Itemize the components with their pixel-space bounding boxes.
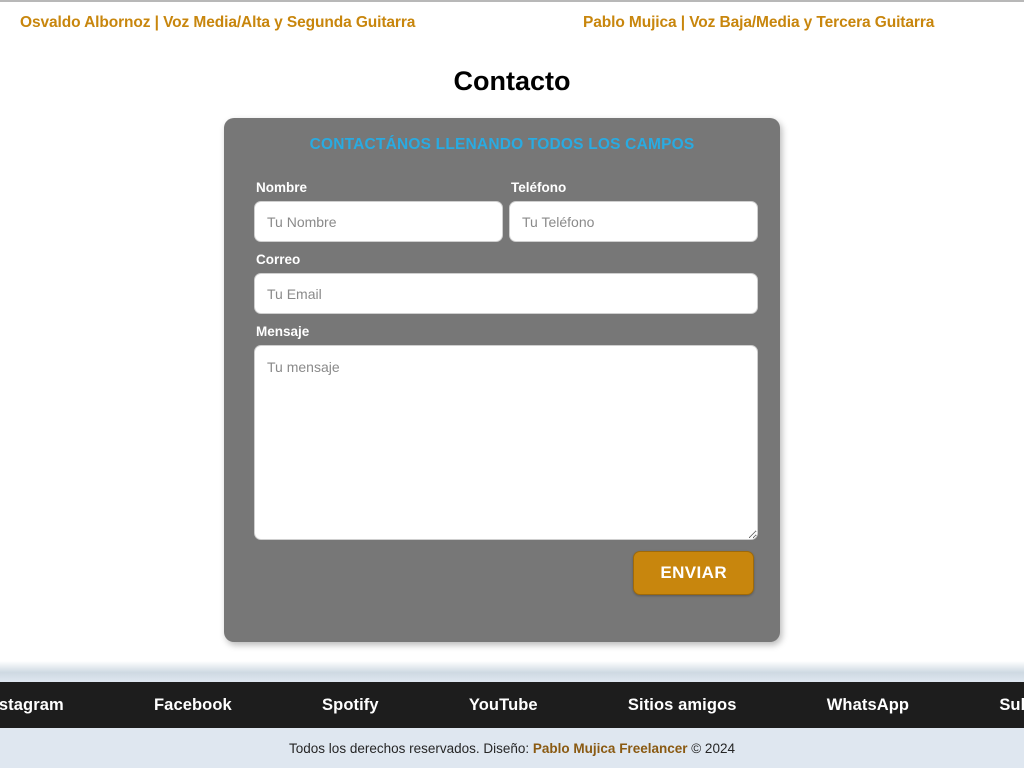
copyright-suffix: © 2024	[687, 740, 735, 756]
label-telefono: Teléfono	[511, 180, 567, 195]
field-group-correo: Correo	[254, 252, 758, 314]
input-correo[interactable]	[254, 273, 758, 314]
page-root: Osvaldo Albornoz | Voz Media/Alta y Segu…	[0, 0, 1024, 768]
label-correo: Correo	[256, 252, 301, 267]
input-mensaje[interactable]	[254, 345, 758, 540]
nav-link-whatsapp[interactable]: WhatsApp	[827, 696, 909, 715]
field-group-mensaje: Mensaje	[254, 324, 758, 540]
member-credits: Osvaldo Albornoz | Voz Media/Alta y Segu…	[0, 14, 1024, 46]
send-button[interactable]: ENVIAR	[633, 551, 754, 595]
input-nombre[interactable]	[254, 201, 503, 242]
nav-link-spotify[interactable]: Spotify	[322, 696, 379, 715]
form-row-name-phone: Nombre Teléfono	[254, 180, 758, 242]
nav-link-youtube[interactable]: YouTube	[469, 696, 538, 715]
label-nombre: Nombre	[256, 180, 308, 195]
nav-link-facebook[interactable]: Facebook	[154, 696, 232, 715]
field-group-nombre: Nombre	[254, 180, 503, 242]
footer-navigation: Instagram Facebook Spotify YouTube Sitio…	[0, 682, 1024, 728]
field-group-telefono: Teléfono	[509, 180, 758, 242]
top-divider	[0, 0, 1024, 2]
submit-row: ENVIAR	[254, 551, 758, 595]
contact-form: Nombre Teléfono Correo Mensaje ENVIAR	[254, 180, 758, 595]
footer-gradient-band	[0, 661, 1024, 682]
member-credit-left: Osvaldo Albornoz | Voz Media/Alta y Segu…	[20, 14, 416, 31]
nav-link-sitios-amigos[interactable]: Sitios amigos	[628, 696, 737, 715]
page-title: Contacto	[453, 66, 571, 96]
form-heading: CONTACTÁNOS LLENANDO TODOS LOS CAMPOS	[309, 136, 695, 153]
member-credit-right: Pablo Mujica | Voz Baja/Media y Tercera …	[583, 14, 935, 31]
designer-credit[interactable]: Pablo Mujica Freelancer	[533, 741, 688, 756]
input-telefono[interactable]	[509, 201, 758, 242]
copyright-prefix: Todos los derechos reservados. Diseño:	[289, 740, 533, 756]
contact-form-card: CONTACTÁNOS LLENANDO TODOS LOS CAMPOS No…	[224, 118, 780, 642]
nav-link-instagram[interactable]: Instagram	[0, 696, 64, 715]
copyright-text: Todos los derechos reservados. Diseño: P…	[289, 741, 735, 756]
footer-navigation-inner: Instagram Facebook Spotify YouTube Sitio…	[0, 682, 1024, 728]
nav-link-subir[interactable]: Subir	[999, 696, 1024, 715]
copyright-bar: Todos los derechos reservados. Diseño: P…	[0, 728, 1024, 768]
label-mensaje: Mensaje	[256, 324, 310, 339]
